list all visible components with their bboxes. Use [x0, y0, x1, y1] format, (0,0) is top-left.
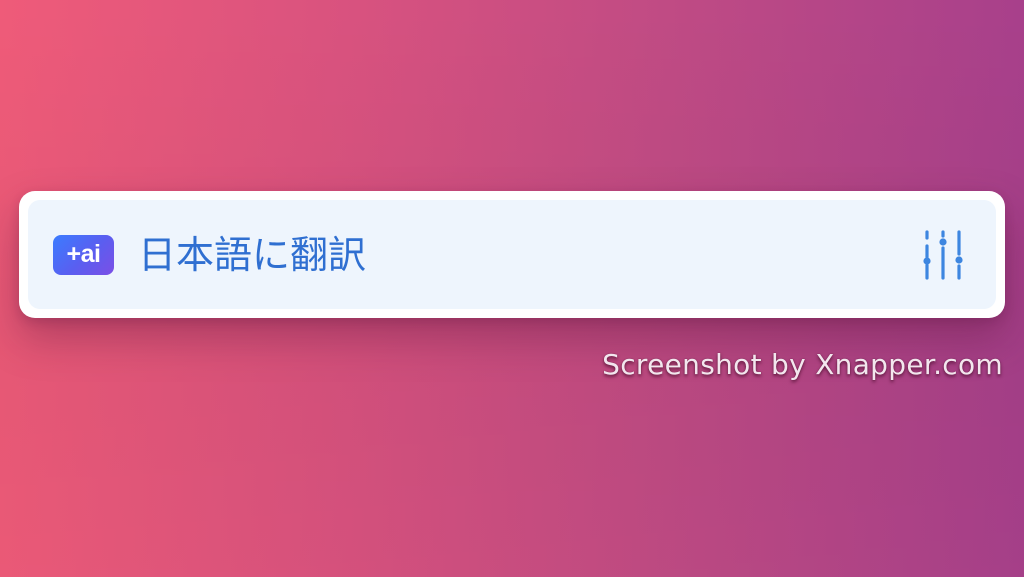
action-label: 日本語に翻訳	[138, 232, 367, 277]
sliders-icon	[923, 229, 963, 280]
badge-text: +ai	[66, 240, 101, 268]
settings-button[interactable]	[918, 227, 968, 283]
action-card: +ai 日本語に翻訳	[19, 191, 1005, 318]
watermark-text: Screenshot by Xnapper.com	[602, 348, 1003, 381]
translate-action-row[interactable]: +ai 日本語に翻訳	[28, 200, 996, 309]
plus-ai-badge-icon: +ai	[53, 234, 114, 275]
